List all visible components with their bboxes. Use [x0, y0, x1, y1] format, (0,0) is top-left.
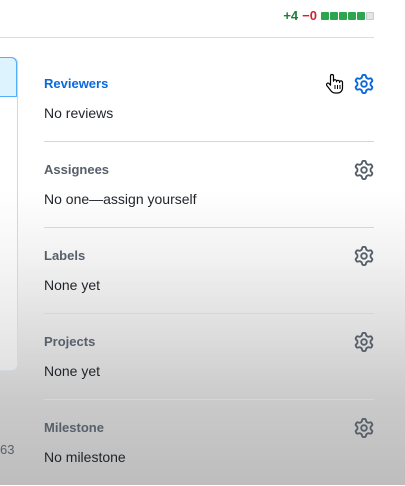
left-edge-number: 63 — [0, 442, 15, 457]
timeline-panel-edge — [0, 57, 18, 371]
reviewers-gear-icon[interactable] — [354, 74, 374, 94]
diffstat-block-added — [357, 11, 365, 20]
labels-value: None yet — [44, 277, 101, 293]
milestone-value: No milestone — [44, 449, 126, 465]
additions-count: +4 — [283, 8, 299, 23]
assignees-gear-icon[interactable] — [354, 160, 374, 180]
diffstat-block-neutral — [366, 11, 374, 20]
sidebar-section-assignees: Assignees No one—assign yourself — [44, 143, 374, 228]
sidebar-section-reviewers: Reviewers No reviews — [44, 57, 374, 142]
pr-sidebar: Reviewers No reviews Assignees No one—as… — [44, 57, 374, 486]
reviewers-value: No reviews — [44, 105, 114, 121]
assignees-heading[interactable]: Assignees — [44, 162, 109, 177]
projects-gear-icon[interactable] — [354, 332, 374, 352]
timeline-panel-highlight — [0, 57, 17, 97]
projects-value: None yet — [44, 363, 101, 379]
diffstat-block-added — [321, 11, 329, 20]
sidebar-section-milestone: Milestone No milestone — [44, 401, 374, 486]
assignees-value[interactable]: No one—assign yourself — [44, 191, 197, 207]
milestone-heading[interactable]: Milestone — [44, 420, 104, 435]
diffstat-block-added — [339, 11, 347, 20]
diffstat-block-added — [330, 11, 338, 20]
deletions-count: −0 — [302, 8, 317, 23]
diffstat-block-added — [348, 11, 356, 20]
projects-heading[interactable]: Projects — [44, 334, 95, 349]
milestone-gear-icon[interactable] — [354, 418, 374, 438]
hand-pointer-cursor-icon — [325, 73, 344, 95]
sidebar-section-labels: Labels None yet — [44, 229, 374, 314]
diffstat-bar — [321, 11, 374, 20]
labels-gear-icon[interactable] — [354, 246, 374, 266]
reviewers-heading[interactable]: Reviewers — [44, 76, 108, 91]
sidebar-section-projects: Projects None yet — [44, 315, 374, 400]
labels-heading[interactable]: Labels — [44, 248, 85, 263]
header-divider — [0, 37, 374, 38]
diffstat: +4 −0 — [283, 8, 374, 23]
